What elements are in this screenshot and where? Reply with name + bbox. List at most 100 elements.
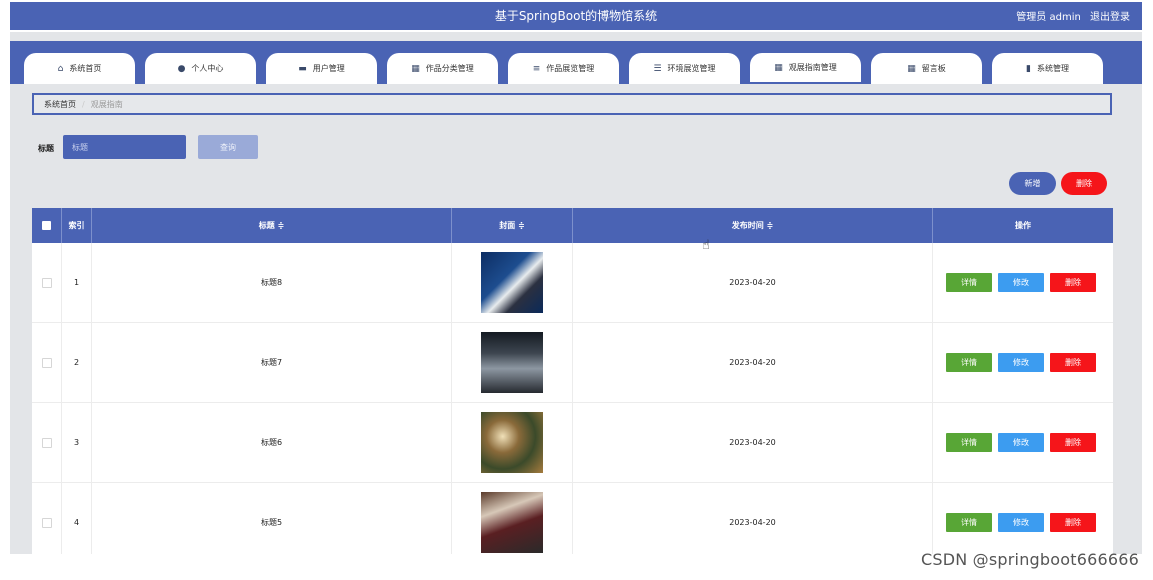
detail-button[interactable]: 详情 <box>946 433 992 452</box>
row-cover-cell <box>452 323 573 402</box>
logout-link[interactable]: 退出登录 <box>1090 12 1130 23</box>
row-index: 1 <box>62 243 92 322</box>
tab-environment-exhibition[interactable]: ☰ 环境展览管理 <box>629 53 740 84</box>
row-checkbox[interactable] <box>41 517 52 528</box>
row-select-cell <box>32 483 62 554</box>
delete-button[interactable]: 删除 <box>1050 273 1096 292</box>
tab-home[interactable]: ⌂ 系统首页 <box>24 53 135 84</box>
row-select-cell <box>32 243 62 322</box>
row-select-cell <box>32 403 62 482</box>
tab-label: 留言板 <box>921 64 946 73</box>
cover-image <box>481 492 543 553</box>
grid-icon: ▦ <box>907 63 916 74</box>
search-label: 标题 <box>38 144 54 153</box>
edit-button[interactable]: 修改 <box>998 433 1044 452</box>
cover-image <box>481 412 543 473</box>
pointer-cursor-icon: ☝ <box>702 238 710 253</box>
app-title: 基于SpringBoot的博物馆系统 <box>494 9 658 23</box>
header-cover[interactable]: 封面 ≑ <box>452 208 573 243</box>
row-title: 标题5 <box>92 483 452 554</box>
header-ops: 操作 <box>1015 221 1031 230</box>
cover-image <box>481 252 543 313</box>
edit-button[interactable]: 修改 <box>998 353 1044 372</box>
watermark: CSDN @springboot666666 <box>920 550 1139 569</box>
row-ops: 详情 修改 删除 <box>933 483 1113 554</box>
row-index: 4 <box>62 483 92 554</box>
tab-system-management[interactable]: ▮ 系统管理 <box>992 53 1103 84</box>
row-ops: 详情 修改 删除 <box>933 323 1113 402</box>
user-area: 管理员 admin 退出登录 <box>1010 8 1130 23</box>
top-header: 基于SpringBoot的博物馆系统 管理员 admin 退出登录 <box>10 2 1142 30</box>
tab-label: 作品展览管理 <box>546 64 595 73</box>
edit-button[interactable]: 修改 <box>998 513 1044 532</box>
breadcrumb-home[interactable]: 系统首页 <box>44 99 76 110</box>
search-input[interactable] <box>63 135 186 159</box>
delete-button[interactable]: 删除 <box>1050 513 1096 532</box>
grid-icon: ▦ <box>774 62 783 73</box>
select-all-checkbox[interactable] <box>42 221 51 230</box>
batch-delete-button[interactable]: 删除 <box>1061 172 1107 195</box>
breadcrumb-separator: / <box>82 99 85 109</box>
row-select-cell <box>32 323 62 402</box>
row-date: 2023-04-20 <box>573 483 933 554</box>
row-date: 2023-04-20 <box>573 243 933 322</box>
tab-label: 个人中心 <box>191 64 224 73</box>
tab-visit-guide[interactable]: ▦ 观展指南管理 <box>750 53 861 84</box>
row-checkbox[interactable] <box>41 357 52 368</box>
admin-label: 管理员 admin <box>1016 12 1081 23</box>
list-icon: ≡ <box>532 63 541 74</box>
row-title: 标题8 <box>92 243 452 322</box>
delete-button[interactable]: 删除 <box>1050 353 1096 372</box>
row-ops: 详情 修改 删除 <box>933 243 1113 322</box>
select-all-cell <box>32 208 62 243</box>
tab-label: 系统管理 <box>1036 64 1069 73</box>
edit-button[interactable]: 修改 <box>998 273 1044 292</box>
tab-message-board[interactable]: ▦ 留言板 <box>871 53 982 84</box>
row-date: 2023-04-20 <box>573 403 933 482</box>
table-row: 4 标题5 2023-04-20 详情 修改 删除 <box>32 483 1113 554</box>
add-button[interactable]: 新增 <box>1009 172 1056 195</box>
user-icon: ● <box>177 63 186 74</box>
tab-label: 系统首页 <box>69 64 102 73</box>
row-date: 2023-04-20 <box>573 323 933 402</box>
row-cover-cell <box>452 403 573 482</box>
header-date[interactable]: 发布时间 ≑ <box>573 208 933 243</box>
table-row: 1 标题8 2023-04-20 详情 修改 删除 <box>32 243 1113 323</box>
row-title: 标题6 <box>92 403 452 482</box>
row-ops: 详情 修改 删除 <box>933 403 1113 482</box>
search-button[interactable]: 查询 <box>198 135 258 159</box>
cover-image <box>481 332 543 393</box>
data-table: 索引 标题 ≑ 封面 ≑ 发布时间 ≑ 操作 1 标题8 2023-04-20 … <box>32 208 1113 554</box>
table-header: 索引 标题 ≑ 封面 ≑ 发布时间 ≑ 操作 <box>32 208 1113 243</box>
tab-personal-center[interactable]: ● 个人中心 <box>145 53 256 84</box>
breadcrumb: 系统首页 / 观展指南 <box>32 93 1112 115</box>
header-index: 索引 <box>62 208 92 243</box>
detail-button[interactable]: 详情 <box>946 353 992 372</box>
tab-label: 观展指南管理 <box>788 63 837 72</box>
table-row: 2 标题7 2023-04-20 详情 修改 删除 <box>32 323 1113 403</box>
delete-button[interactable]: 删除 <box>1050 433 1096 452</box>
detail-button[interactable]: 详情 <box>946 513 992 532</box>
table-row: 3 标题6 2023-04-20 详情 修改 删除 <box>32 403 1113 483</box>
sliders-icon: ☰ <box>653 63 662 74</box>
row-checkbox[interactable] <box>41 437 52 448</box>
row-index: 2 <box>62 323 92 402</box>
row-title: 标题7 <box>92 323 452 402</box>
chart-icon: ▮ <box>1026 63 1031 74</box>
row-cover-cell <box>452 243 573 322</box>
header-title[interactable]: 标题 ≑ <box>92 208 452 243</box>
tab-label: 用户管理 <box>312 64 345 73</box>
nav-tabs: ⌂ 系统首页 ● 个人中心 ▬ 用户管理 ▦ 作品分类管理 ≡ 作品展览管理 ☰… <box>10 41 1142 84</box>
briefcase-icon: ▬ <box>298 63 307 74</box>
row-checkbox[interactable] <box>41 277 52 288</box>
tab-label: 作品分类管理 <box>425 64 474 73</box>
home-icon: ⌂ <box>57 63 64 74</box>
breadcrumb-current: 观展指南 <box>90 99 123 109</box>
detail-button[interactable]: 详情 <box>946 273 992 292</box>
tab-label: 环境展览管理 <box>667 64 716 73</box>
tab-work-category[interactable]: ▦ 作品分类管理 <box>387 53 498 84</box>
tab-user-management[interactable]: ▬ 用户管理 <box>266 53 377 84</box>
grid-icon: ▦ <box>411 63 420 74</box>
row-cover-cell <box>452 483 573 554</box>
tab-work-exhibition[interactable]: ≡ 作品展览管理 <box>508 53 619 84</box>
